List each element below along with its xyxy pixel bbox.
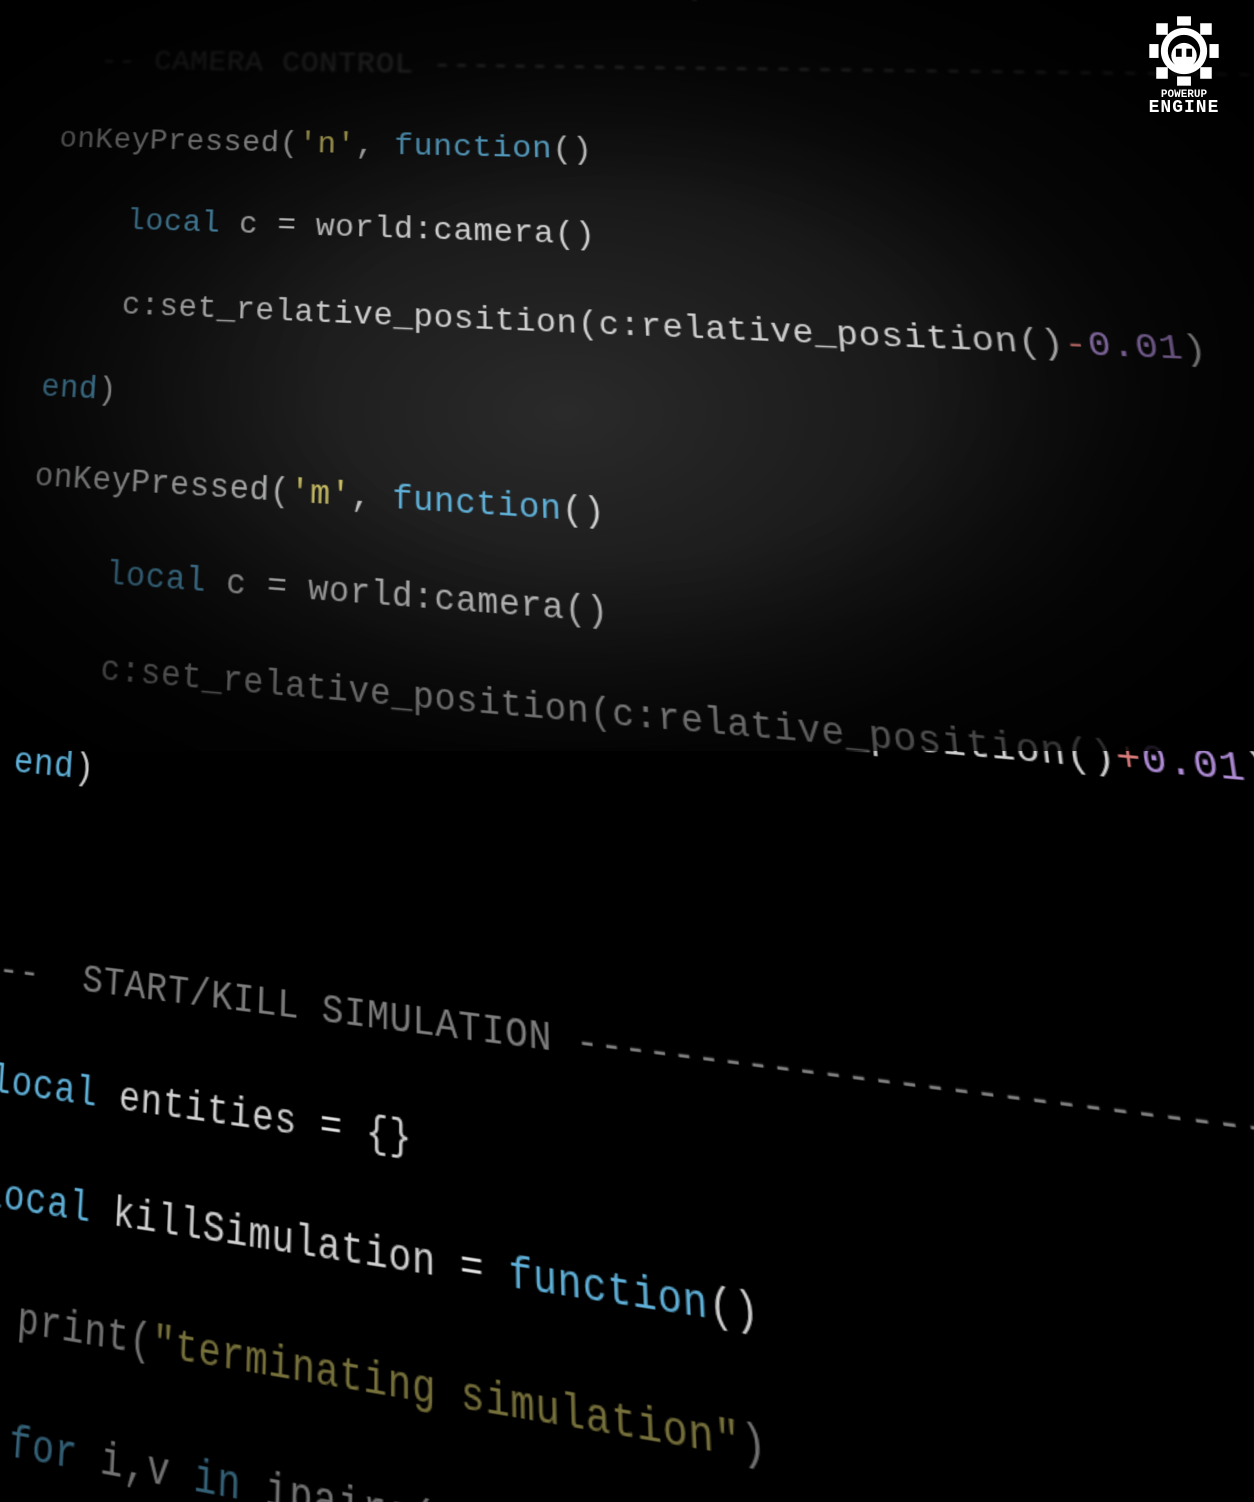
code-token: 0.01 bbox=[1139, 739, 1249, 794]
code-token: ) bbox=[1180, 330, 1210, 371]
code: ESS [0] to RESET world") onKeyPressed('0… bbox=[0, 0, 1254, 1502]
code-token: end bbox=[12, 742, 75, 789]
code-token: c:set_relative_position(c:relative_posit… bbox=[46, 285, 1067, 365]
code-token: = bbox=[266, 567, 288, 608]
code-token: print( bbox=[0, 1289, 153, 1370]
code-token: function bbox=[392, 480, 562, 530]
code-token: , bbox=[355, 129, 394, 164]
code-token: 'm' bbox=[289, 474, 351, 516]
code-token bbox=[484, 1247, 509, 1302]
code-token: ipairs(entities) bbox=[240, 1462, 695, 1502]
code-token: world:camera() bbox=[287, 569, 609, 634]
code-token: local bbox=[0, 1058, 99, 1119]
code-token: '0' bbox=[376, 0, 433, 3]
code-token: c bbox=[205, 563, 267, 607]
code-line: onKeyPressed( bbox=[70, 0, 377, 3]
logo-line-2: ENGINE bbox=[1134, 100, 1234, 117]
code-token: ) bbox=[739, 1416, 768, 1476]
code-token: entities bbox=[96, 1072, 320, 1151]
code-token: onKeyPressed( bbox=[33, 459, 290, 513]
code-token: = bbox=[319, 1103, 343, 1155]
code-token: function bbox=[508, 1250, 709, 1333]
code-token: onKeyPressed( bbox=[58, 123, 299, 161]
code-token: function bbox=[394, 130, 552, 168]
code-token: () bbox=[552, 133, 593, 168]
code-token: 'n' bbox=[298, 128, 356, 163]
code-token: ) bbox=[73, 748, 96, 792]
code-token: , world_reset) bbox=[433, 0, 708, 4]
logo: POWERUP ENGINE bbox=[1134, 14, 1234, 118]
code-token: local bbox=[126, 205, 221, 242]
code-token: () bbox=[707, 1281, 761, 1342]
code-token: 0.01 bbox=[1085, 326, 1186, 370]
code-token: () bbox=[561, 491, 606, 534]
code-token: world:camera() bbox=[296, 210, 596, 255]
code-token: , bbox=[351, 478, 393, 519]
code-token: local bbox=[105, 555, 207, 602]
code-token: {} bbox=[342, 1106, 412, 1164]
code-token: = bbox=[277, 209, 297, 244]
code-token: local bbox=[0, 1171, 92, 1236]
gear-icon bbox=[1147, 14, 1221, 88]
code-token: = bbox=[460, 1243, 485, 1298]
code-token: "terminating simulation" bbox=[151, 1318, 742, 1471]
code-token: i,v bbox=[76, 1432, 195, 1502]
code-token: in bbox=[193, 1453, 242, 1502]
code-comment: -- CAMERA CONTROL ----------------------… bbox=[100, 46, 1254, 106]
code-token: ) bbox=[97, 373, 118, 410]
code-comment bbox=[64, 46, 102, 78]
code-token: end bbox=[40, 370, 99, 409]
code-token: c bbox=[220, 208, 278, 244]
logo-text: POWERUP ENGINE bbox=[1134, 90, 1234, 118]
code-token: killSimulation bbox=[90, 1187, 461, 1294]
code-token: for bbox=[7, 1420, 78, 1485]
